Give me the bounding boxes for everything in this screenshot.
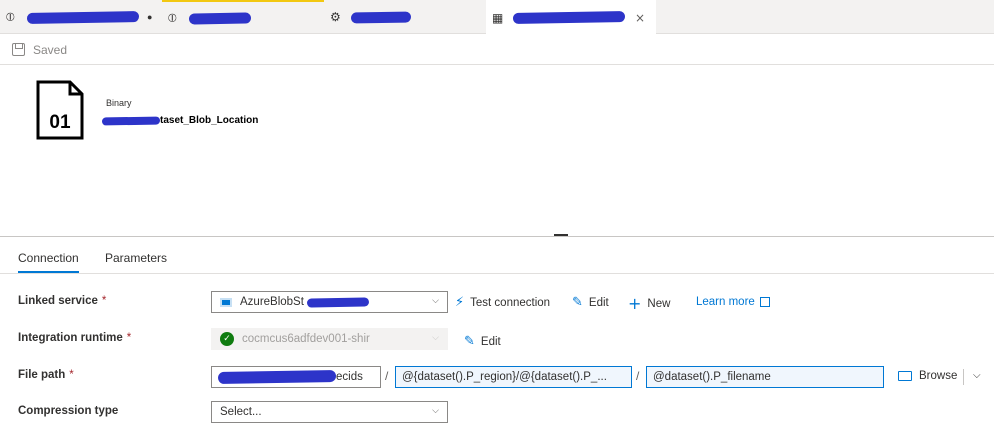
storage-icon xyxy=(220,297,232,307)
chevron-down-icon: ⌵ xyxy=(432,406,439,416)
folder-icon xyxy=(898,371,912,381)
pipeline-icon: ⦶ xyxy=(168,10,177,25)
redacted-tab-title xyxy=(350,10,412,24)
file-path-directory-input[interactable]: @{dataset().P_region}/@{dataset().P_... xyxy=(395,366,632,388)
redacted-linked-service xyxy=(306,296,370,308)
container-value-suffix: ecids xyxy=(336,371,363,383)
browse-button[interactable]: Browse xyxy=(898,370,957,382)
file-path-label: File path * xyxy=(18,369,74,381)
redacted-dataset-prefix xyxy=(101,115,161,126)
test-connection-button[interactable]: ⚡ Test connection xyxy=(455,295,550,310)
dataset-name: taset_Blob_Location xyxy=(101,115,259,126)
linked-service-dropdown[interactable]: AzureBlobSt ⌵ xyxy=(211,291,448,313)
editor-tab-active[interactable]: ▦ × xyxy=(486,0,656,35)
close-tab-icon[interactable]: × xyxy=(635,11,645,25)
divider xyxy=(963,369,964,385)
dataset-icon: ▦ xyxy=(492,10,504,25)
editor-tab-3[interactable]: ⚙ xyxy=(324,0,486,34)
editor-tab-2[interactable]: ⦶ xyxy=(162,0,324,34)
plus-icon: + xyxy=(628,294,642,313)
file-path-filename-input[interactable]: @dataset().P_filename xyxy=(646,366,884,388)
unsaved-indicator: ● xyxy=(147,12,153,22)
editor-tab-1[interactable]: ⦶ ● xyxy=(0,0,162,34)
pencil-icon: ✎ xyxy=(572,295,583,310)
integration-runtime-label: Integration runtime * xyxy=(18,332,132,344)
integration-runtime-value: cocmcus6adfdev001-shir xyxy=(242,333,370,345)
dataflow-icon: ⚙ xyxy=(330,10,341,24)
pipeline-icon: ⦶ xyxy=(6,9,15,24)
properties-tabs: Connection Parameters xyxy=(0,238,994,274)
success-check-icon: ✓ xyxy=(220,332,234,346)
learn-more-link[interactable]: Learn more xyxy=(696,296,770,308)
dataset-name-suffix: taset_Blob_Location xyxy=(160,115,259,126)
chevron-down-icon: ⌵ xyxy=(432,333,439,343)
compression-type-dropdown[interactable]: Select... ⌵ xyxy=(211,401,448,423)
save-icon xyxy=(12,43,25,56)
dataset-canvas: 01 Binary taset_Blob_Location xyxy=(0,66,994,237)
linked-service-value: AzureBlobSt xyxy=(240,296,304,308)
binary-dataset-icon: 01 xyxy=(36,80,84,140)
binary-icon-label: 01 xyxy=(49,112,71,133)
pencil-icon: ✎ xyxy=(464,334,475,349)
external-link-icon xyxy=(759,297,770,307)
linked-service-label: Linked service * xyxy=(18,295,107,307)
redacted-tab-title xyxy=(188,11,252,25)
path-separator: / xyxy=(385,369,389,383)
path-separator: / xyxy=(636,369,640,383)
edit-linked-service-button[interactable]: ✎ Edit xyxy=(572,295,609,310)
redacted-container-name xyxy=(217,369,337,385)
edit-integration-runtime-button[interactable]: ✎ Edit xyxy=(464,334,501,349)
saved-label: Saved xyxy=(33,42,68,57)
panel-resize-handle[interactable] xyxy=(554,234,568,236)
dataset-type: Binary xyxy=(106,98,132,108)
compression-type-value: Select... xyxy=(220,406,262,418)
compression-type-label: Compression type xyxy=(18,405,119,417)
new-linked-service-button[interactable]: + New xyxy=(628,294,670,313)
redacted-tab-title xyxy=(512,11,626,24)
plug-icon: ⚡ xyxy=(455,295,465,310)
tab-parameters[interactable]: Parameters xyxy=(105,251,167,265)
chevron-down-icon: ⌵ xyxy=(432,296,439,306)
redacted-tab-title xyxy=(26,10,140,24)
tab-connection[interactable]: Connection xyxy=(18,251,79,273)
save-status-bar: Saved xyxy=(0,35,994,65)
integration-runtime-dropdown[interactable]: ✓ cocmcus6adfdev001-shir ⌵ xyxy=(211,328,448,350)
chevron-down-icon[interactable]: ⌵ xyxy=(973,370,981,381)
file-path-container-input[interactable]: ecids xyxy=(211,366,381,388)
editor-tab-strip: ⦶ ● ⦶ ⚙ ▦ × xyxy=(0,0,994,35)
